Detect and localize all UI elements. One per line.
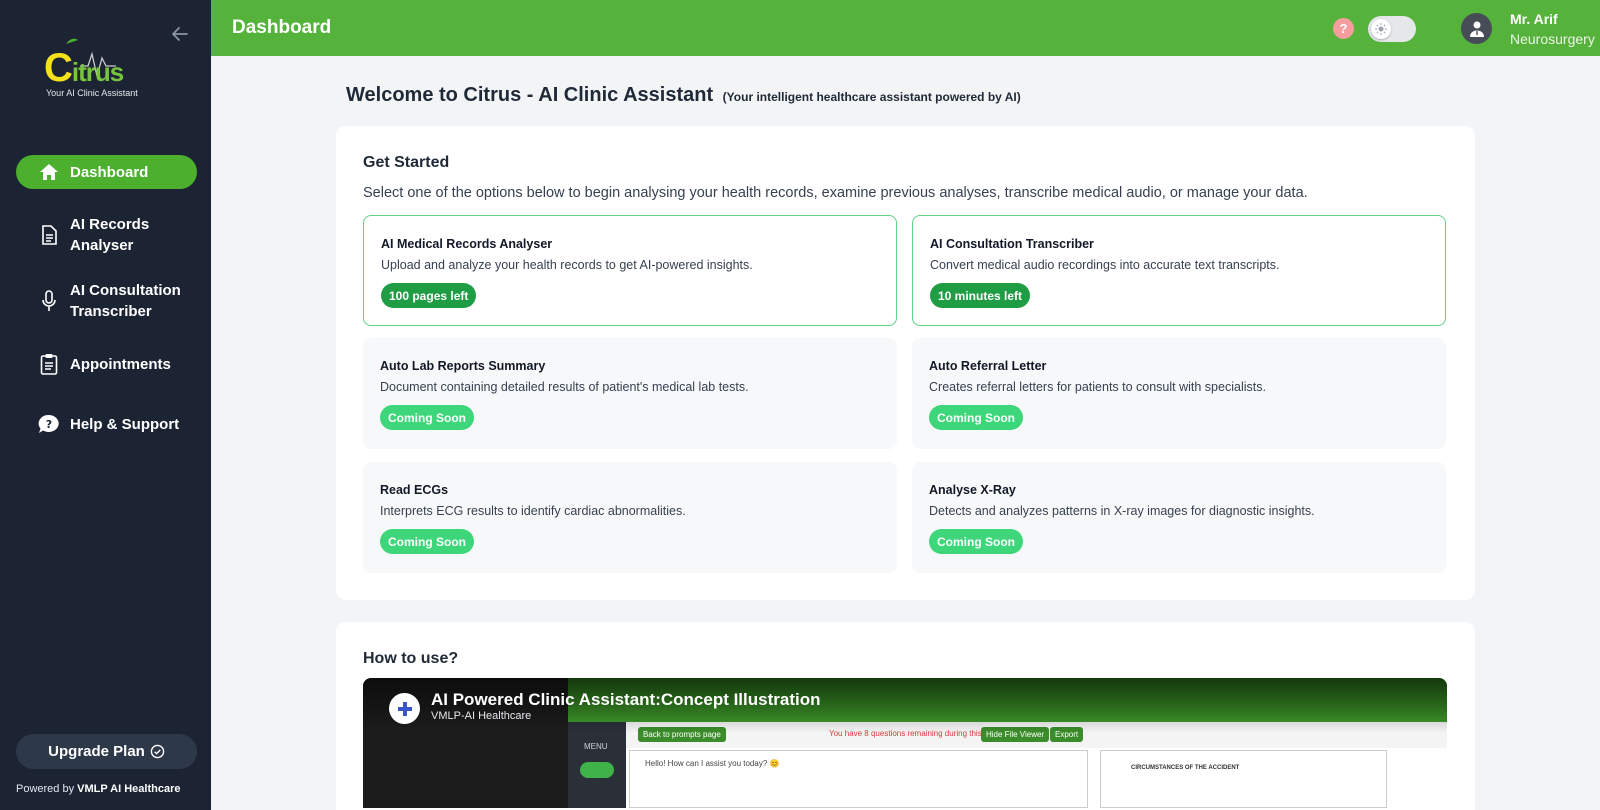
logo-tagline: Your AI Clinic Assistant [46, 88, 138, 98]
sidebar-nav: Dashboard AI Records Analyser AI Consult… [16, 155, 197, 467]
option-description: Convert medical audio recordings into ac… [930, 258, 1280, 272]
document-icon [38, 224, 60, 246]
home-icon [38, 161, 60, 183]
option-title: AI Medical Records Analyser [381, 237, 553, 251]
channel-logo-icon[interactable] [389, 693, 420, 724]
welcome-subtitle: (Your intelligent healthcare assistant p… [722, 90, 1021, 104]
get-started-description: Select one of the options below to begin… [363, 185, 1308, 201]
citrus-logo[interactable]: Citrus Your AI Clinic Assistant [44, 36, 154, 102]
coming-soon-badge: Coming Soon [929, 529, 1023, 554]
option-description: Upload and analyze your health records t… [381, 258, 753, 272]
sidebar-item-label: Dashboard [70, 163, 149, 181]
main-content: Welcome to Citrus - AI Clinic Assistant … [211, 56, 1600, 810]
option-title: AI Consultation Transcriber [930, 237, 1094, 251]
sidebar-item-help-support[interactable]: ? Help & Support [16, 407, 197, 441]
help-chat-icon: ? [38, 413, 60, 435]
clipboard-icon [38, 353, 60, 375]
sidebar-item-label: AI Records Analyser [70, 216, 150, 254]
get-started-title: Get Started [363, 154, 450, 171]
option-description: Interprets ECG results to identify cardi… [380, 504, 686, 518]
how-to-use-title: How to use? [363, 650, 459, 667]
coming-soon-badge: Coming Soon [929, 405, 1023, 430]
video-chat-greeting: Hello! How can I assist you today? 😊 [645, 759, 780, 768]
coming-soon-badge: Coming Soon [380, 405, 474, 430]
get-started-card: Get Started Select one of the options be… [336, 126, 1475, 600]
coming-soon-badge: Coming Soon [380, 529, 474, 554]
welcome-heading: Welcome to Citrus - AI Clinic Assistant … [346, 84, 1021, 107]
sidebar-item-dashboard[interactable]: Dashboard [16, 155, 197, 189]
powered-by-text: Powered by VMLP AI Healthcare [16, 783, 180, 795]
video-document-panel: CIRCUMSTANCES OF THE ACCIDENT [1100, 750, 1387, 808]
sidebar-item-ai-records-analyser[interactable]: AI Records Analyser [16, 215, 197, 255]
usage-badge: 10 minutes left [930, 283, 1031, 308]
option-title: Auto Referral Letter [929, 359, 1047, 373]
sidebar-item-ai-consultation-transcriber[interactable]: AI Consultation Transcriber [16, 281, 197, 321]
option-auto-referral-letter: Auto Referral Letter Creates referral le… [912, 338, 1446, 449]
upgrade-plan-label: Upgrade Plan [48, 743, 145, 760]
option-title: Analyse X-Ray [929, 483, 1016, 497]
user-name[interactable]: Mr. Arif [1510, 11, 1558, 27]
tutorial-video-player[interactable]: MENU Back to prompts page You have 8 que… [363, 678, 1447, 808]
video-channel-name[interactable]: VMLP-AI Healthcare [431, 710, 531, 722]
collapse-sidebar-arrow-icon[interactable] [170, 24, 194, 48]
option-description: Document containing detailed results of … [380, 380, 749, 394]
option-analyse-x-ray: Analyse X-Ray Detects and analyzes patte… [912, 462, 1446, 573]
video-chat-panel: Hello! How can I assist you today? 😊 [629, 750, 1088, 808]
doctor-avatar-icon[interactable] [1461, 13, 1492, 44]
how-to-use-card: How to use? MENU Back to prompts page Yo… [336, 622, 1475, 810]
video-doc-heading: CIRCUMSTANCES OF THE ACCIDENT [1131, 765, 1240, 771]
powered-by-prefix: Powered by [16, 783, 75, 795]
usage-badge: 100 pages left [381, 283, 477, 308]
option-ai-medical-records-analyser[interactable]: AI Medical Records Analyser Upload and a… [363, 215, 897, 326]
video-menu-doc-icon [580, 762, 614, 778]
page-title: Dashboard [232, 17, 332, 38]
microphone-icon [38, 290, 60, 312]
sidebar-item-label: AI Consultation Transcriber [70, 282, 181, 320]
svg-text:?: ? [46, 418, 52, 431]
help-question-icon[interactable]: ? [1333, 18, 1354, 39]
welcome-title: Welcome to Citrus - AI Clinic Assistant [346, 84, 714, 106]
check-circle-icon [150, 744, 165, 759]
option-auto-lab-reports-summary: Auto Lab Reports Summary Document contai… [363, 338, 897, 449]
sidebar-item-label: Appointments [70, 355, 171, 373]
sidebar: Citrus Your AI Clinic Assistant Dashboar… [0, 0, 211, 810]
powered-by-company[interactable]: VMLP AI Healthcare [77, 783, 180, 795]
video-menu-label: MENU [584, 742, 608, 751]
option-ai-consultation-transcriber[interactable]: AI Consultation Transcriber Convert medi… [912, 215, 1446, 326]
sun-icon [1371, 19, 1391, 39]
option-title: Auto Lab Reports Summary [380, 359, 546, 373]
upgrade-plan-button[interactable]: Upgrade Plan [16, 734, 197, 769]
video-title[interactable]: AI Powered Clinic Assistant:Concept Illu… [431, 690, 820, 710]
sidebar-item-appointments[interactable]: Appointments [16, 347, 197, 381]
option-read-ecgs: Read ECGs Interprets ECG results to iden… [363, 462, 897, 573]
theme-toggle[interactable] [1368, 16, 1416, 42]
option-description: Detects and analyzes patterns in X-ray i… [929, 504, 1315, 518]
option-description: Creates referral letters for patients to… [929, 380, 1266, 394]
logo-wordmark: Citrus [44, 46, 124, 90]
user-department: Neurosurgery [1510, 31, 1595, 47]
video-frame-menu: MENU [568, 722, 626, 808]
option-title: Read ECGs [380, 483, 449, 497]
sidebar-item-label: Help & Support [70, 415, 180, 433]
top-header: Dashboard ? Mr. Arif Neurosurgery [211, 0, 1600, 56]
